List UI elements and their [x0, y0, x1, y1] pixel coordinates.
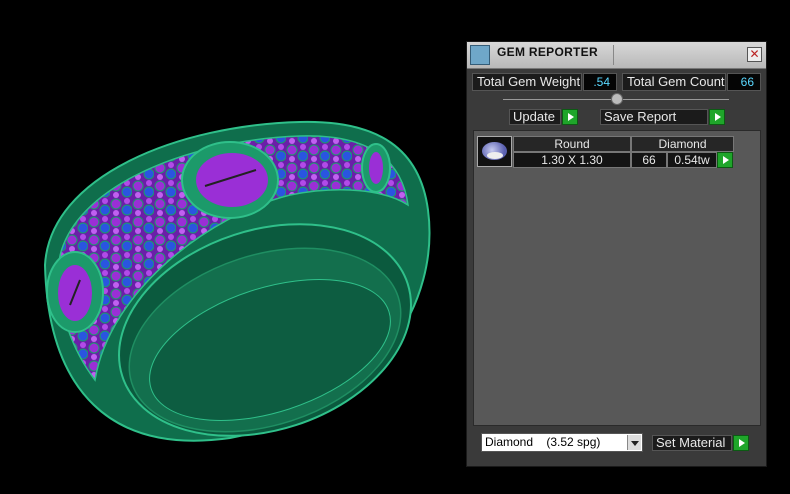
save-report-button[interactable]: Save Report [600, 109, 708, 125]
gem-list[interactable] [473, 130, 761, 426]
material-name: Diamond [485, 435, 534, 449]
gem-row-play-icon[interactable] [717, 152, 733, 168]
set-material-play-icon[interactable] [733, 435, 749, 451]
total-gem-count-value: 66 [727, 73, 761, 91]
panel-slider-knob[interactable] [611, 93, 623, 105]
panel-title: GEM REPORTER [497, 45, 598, 59]
material-select[interactable]: Diamond (3.52 spg) [481, 433, 643, 452]
gem-weight-cell: 0.54tw [667, 152, 717, 168]
update-button[interactable]: Update [509, 109, 561, 125]
bezel-stone-front [181, 141, 279, 219]
total-gem-weight-value: .54 [583, 73, 617, 91]
gem-count-cell: 66 [631, 152, 667, 168]
close-button[interactable]: ✕ [747, 47, 762, 62]
total-gem-count-label: Total Gem Count [622, 73, 726, 91]
chevron-down-icon[interactable] [627, 435, 641, 450]
round-gem-thumbnail[interactable] [477, 136, 512, 167]
gem-reporter-icon [470, 45, 490, 65]
ring-3d-viewport[interactable] [0, 0, 466, 494]
update-play-icon[interactable] [562, 109, 578, 125]
save-report-play-icon[interactable] [709, 109, 725, 125]
set-material-button[interactable]: Set Material [652, 435, 732, 451]
gem-reporter-panel: GEM REPORTER ✕ Total Gem Weight .54 Tota… [466, 41, 767, 467]
gem-size-cell: 1.30 X 1.30 [513, 152, 631, 168]
material-spg: (3.52 spg) [546, 435, 601, 449]
panel-titlebar[interactable]: GEM REPORTER ✕ [467, 42, 766, 69]
header-shape: Round [513, 136, 631, 152]
bezel-stone-right [361, 143, 391, 193]
bezel-stone-left [46, 251, 104, 333]
total-gem-weight-label: Total Gem Weight [472, 73, 582, 91]
title-separator [613, 45, 614, 65]
header-material: Diamond [631, 136, 734, 152]
